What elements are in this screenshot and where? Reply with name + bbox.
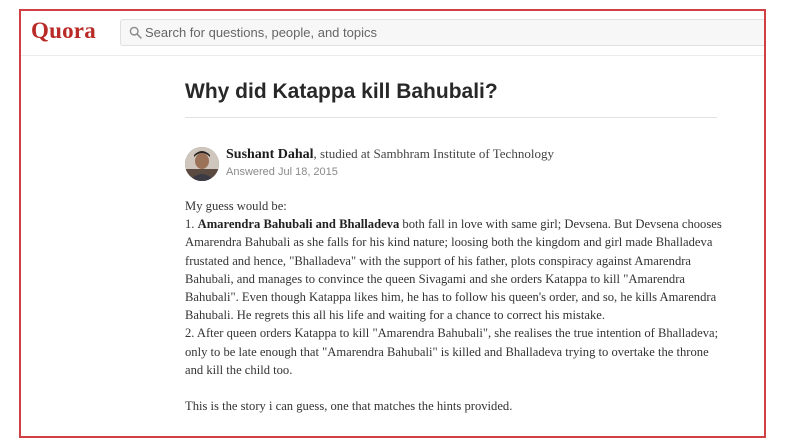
answer-point-1: 1. Amarendra Bahubali and Bhalladeva bot… bbox=[185, 215, 725, 324]
author-avatar[interactable] bbox=[185, 147, 219, 181]
author-name[interactable]: Sushant Dahal bbox=[226, 147, 314, 162]
point-1-text: both fall in love with same girl; Devsen… bbox=[185, 217, 722, 323]
point-1-bold-text: Amarendra Bahubali and Bhalladeva bbox=[197, 217, 400, 232]
author-line: Sushant Dahal, studied at Sambhram Insti… bbox=[226, 145, 554, 164]
answer-point-2: 2. After queen orders Katappa to kill "A… bbox=[185, 326, 719, 377]
answer-intro: My guess would be: bbox=[185, 199, 287, 213]
question-title[interactable]: Why did Katappa kill Bahubali? bbox=[185, 79, 498, 105]
highlight-frame: Quora Why did Katappa kill Bahubali? Sus… bbox=[19, 9, 766, 438]
search-input[interactable] bbox=[145, 20, 764, 45]
title-divider bbox=[185, 117, 717, 118]
top-navigation-bar: Quora bbox=[21, 11, 764, 56]
search-icon bbox=[129, 26, 142, 39]
answer-body: My guess would be: 1. Amarendra Bahubali… bbox=[185, 197, 725, 415]
search-box[interactable] bbox=[120, 19, 764, 46]
answered-date[interactable]: Answered Jul 18, 2015 bbox=[226, 165, 338, 179]
quora-logo[interactable]: Quora bbox=[31, 17, 96, 45]
avatar-photo-icon bbox=[185, 147, 219, 181]
answer-closing: This is the story i can guess, one that … bbox=[185, 399, 513, 414]
author-credential: , studied at Sambhram Institute of Techn… bbox=[313, 146, 554, 161]
point-1-number: 1. bbox=[185, 217, 198, 232]
